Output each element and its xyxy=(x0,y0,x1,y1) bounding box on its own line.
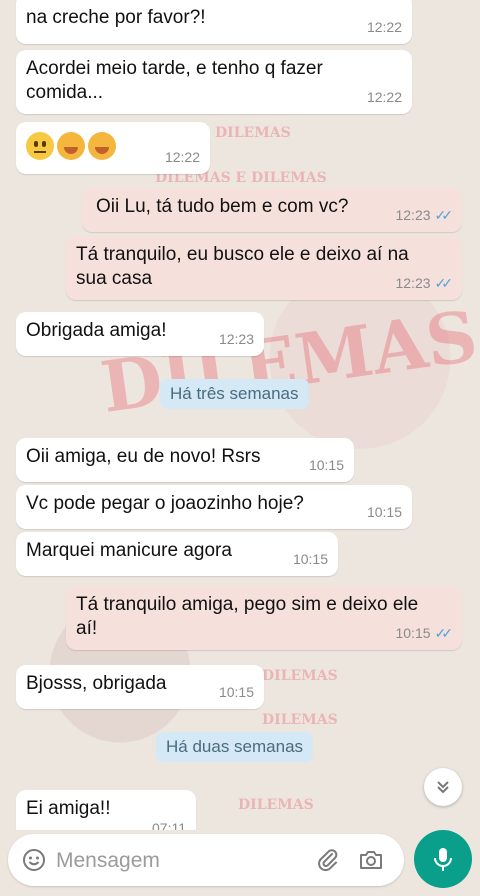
chevron-double-down-icon[interactable] xyxy=(424,768,462,806)
message-time: 12:23 ✓✓ xyxy=(395,271,454,295)
date-separator: Há três semanas xyxy=(160,379,309,409)
microphone-icon[interactable] xyxy=(414,830,472,888)
message-time: 12:22 xyxy=(164,149,200,165)
message-outgoing[interactable]: Tá tranquilo, eu busco ele e deixo aí na… xyxy=(66,236,462,300)
emoji-neutral-face-icon xyxy=(26,132,54,160)
read-receipt-icon: ✓✓ xyxy=(434,207,454,223)
message-time: 12:23 ✓✓ xyxy=(395,203,454,227)
message-incoming[interactable]: Bjosss, obrigada 10:15 xyxy=(16,665,264,709)
message-time: 10:15 xyxy=(292,551,328,567)
message-time: 12:22 xyxy=(366,89,402,105)
message-incoming[interactable]: Obrigada amiga! 12:23 xyxy=(16,312,264,356)
read-receipt-icon: ✓✓ xyxy=(434,625,454,641)
message-list[interactable]: na creche por favor?! 12:22 Acordei meio… xyxy=(0,0,480,830)
emoji-hugging-face-icon xyxy=(88,132,116,160)
message-time: 12:23 xyxy=(218,331,254,347)
message-time: 10:15 ✓✓ xyxy=(395,621,454,645)
message-placeholder: Mensagem xyxy=(56,849,160,872)
message-incoming[interactable]: Oii amiga, eu de novo! Rsrs 10:15 xyxy=(16,438,354,482)
message-time: 12:22 xyxy=(366,19,402,35)
message-outgoing[interactable]: Oii Lu, tá tudo bem e com vc? 12:23 ✓✓ xyxy=(82,188,462,232)
message-outgoing[interactable]: Tá tranquilo amiga, pego sim e deixo ele… xyxy=(66,586,462,650)
message-incoming[interactable]: na creche por favor?! 12:22 xyxy=(16,0,412,44)
message-text: na creche por favor?! xyxy=(26,7,206,28)
message-time: 10:15 xyxy=(308,457,344,473)
emoji-hugging-face-icon xyxy=(57,132,85,160)
message-time: 10:15 xyxy=(366,504,402,520)
camera-icon[interactable] xyxy=(358,847,384,873)
message-incoming[interactable]: Acordei meio tarde, e tenho q fazer comi… xyxy=(16,50,412,114)
message-text: Oii amiga, eu de novo! Rsrs xyxy=(26,446,261,467)
message-time: 10:15 xyxy=(218,684,254,700)
message-text: Marquei manicure agora xyxy=(26,540,232,561)
message-incoming[interactable]: Vc pode pegar o joaozinho hoje? 10:15 xyxy=(16,485,412,529)
message-time: 07:11 xyxy=(152,820,186,830)
message-incoming[interactable]: 12:22 xyxy=(16,122,210,174)
message-incoming[interactable]: Marquei manicure agora 10:15 xyxy=(16,532,338,576)
date-separator: Há duas semanas xyxy=(156,732,314,762)
emoji-icon[interactable] xyxy=(22,848,46,872)
message-text: Acordei meio tarde, e tenho q fazer comi… xyxy=(26,58,323,103)
composer-bar: Mensagem xyxy=(0,830,480,896)
message-input[interactable]: Mensagem xyxy=(8,834,404,886)
message-text: Vc pode pegar o joaozinho hoje? xyxy=(26,493,304,514)
message-incoming[interactable]: Ei amiga!! 07:11 xyxy=(16,790,196,830)
read-receipt-icon: ✓✓ xyxy=(434,275,454,291)
paperclip-icon[interactable] xyxy=(316,848,340,872)
